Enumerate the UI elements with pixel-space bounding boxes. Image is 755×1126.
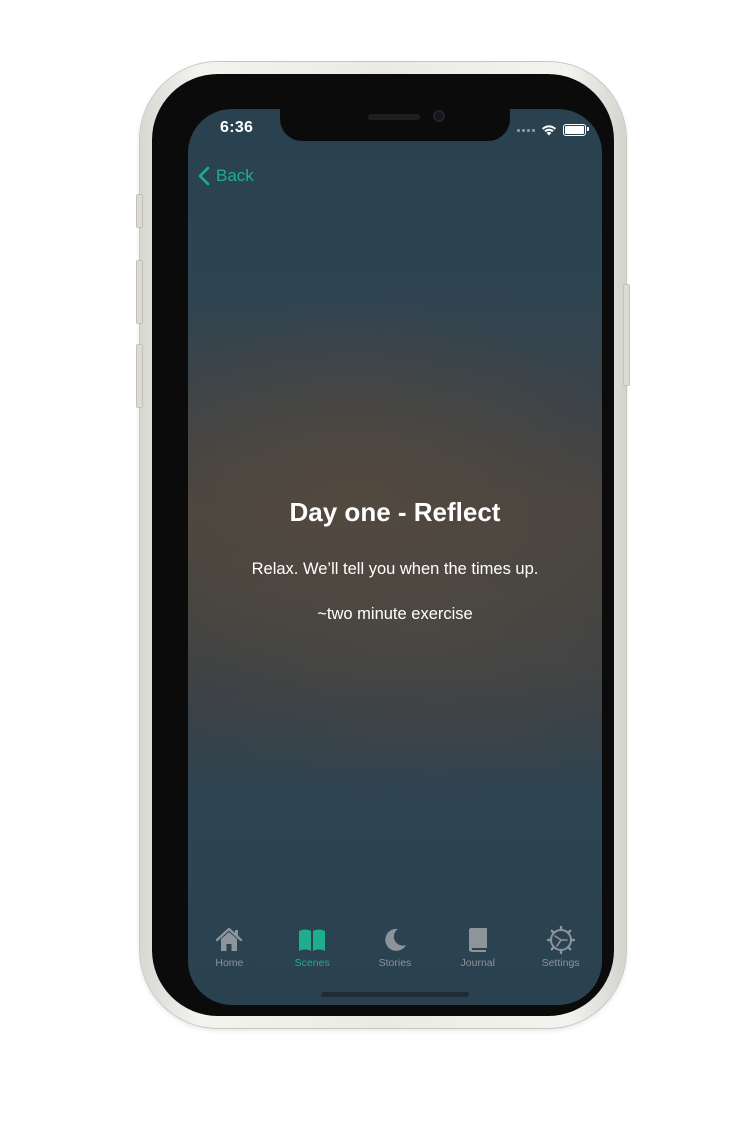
status-time: 6:36 [220,119,254,136]
phone-frame: 6:36 Back Day one - Reflect Relax. We’ll… [136,62,630,1028]
tab-stories-label: Stories [378,957,412,969]
tab-settings-label: Settings [541,957,580,969]
wifi-icon [542,125,556,136]
house-icon [214,925,244,955]
battery-icon [563,124,589,136]
tab-scenes-label: Scenes [294,957,330,969]
phone-bezel: 6:36 Back Day one - Reflect Relax. We’ll… [152,74,614,1016]
tab-journal[interactable]: Journal [437,925,519,981]
earpiece-speaker [368,114,420,120]
volume-down-button [136,344,143,408]
volume-up-button [136,260,143,324]
tab-settings[interactable]: Settings [520,925,602,981]
power-button [623,284,630,386]
screen: 6:36 Back Day one - Reflect Relax. We’ll… [188,109,602,1005]
chevron-left-icon [198,166,210,186]
exercise-duration: ~two minute exercise [317,605,473,623]
tab-home-label: Home [215,957,244,969]
book-icon [466,925,490,955]
exercise-content: Day one - Reflect Relax. We’ll tell you … [188,495,602,623]
home-indicator[interactable] [321,992,469,997]
moon-icon [381,925,409,955]
status-icons [517,123,589,137]
exercise-title: Day one - Reflect [289,497,501,527]
cellular-signal-icon [517,128,535,132]
gear-icon [546,925,576,955]
tab-home[interactable]: Home [188,925,270,981]
tab-bar: Home Scenes Stories Journal Settings [188,925,602,981]
tab-stories[interactable]: Stories [354,925,436,981]
tab-scenes[interactable]: Scenes [271,925,353,981]
exercise-subtitle: Relax. We’ll tell you when the times up. [251,560,539,578]
back-label: Back [216,166,254,185]
front-camera [433,110,445,122]
silent-switch [136,194,143,228]
back-button[interactable]: Back [198,166,254,186]
tab-journal-label: Journal [460,957,495,969]
book-open-icon [297,925,327,955]
